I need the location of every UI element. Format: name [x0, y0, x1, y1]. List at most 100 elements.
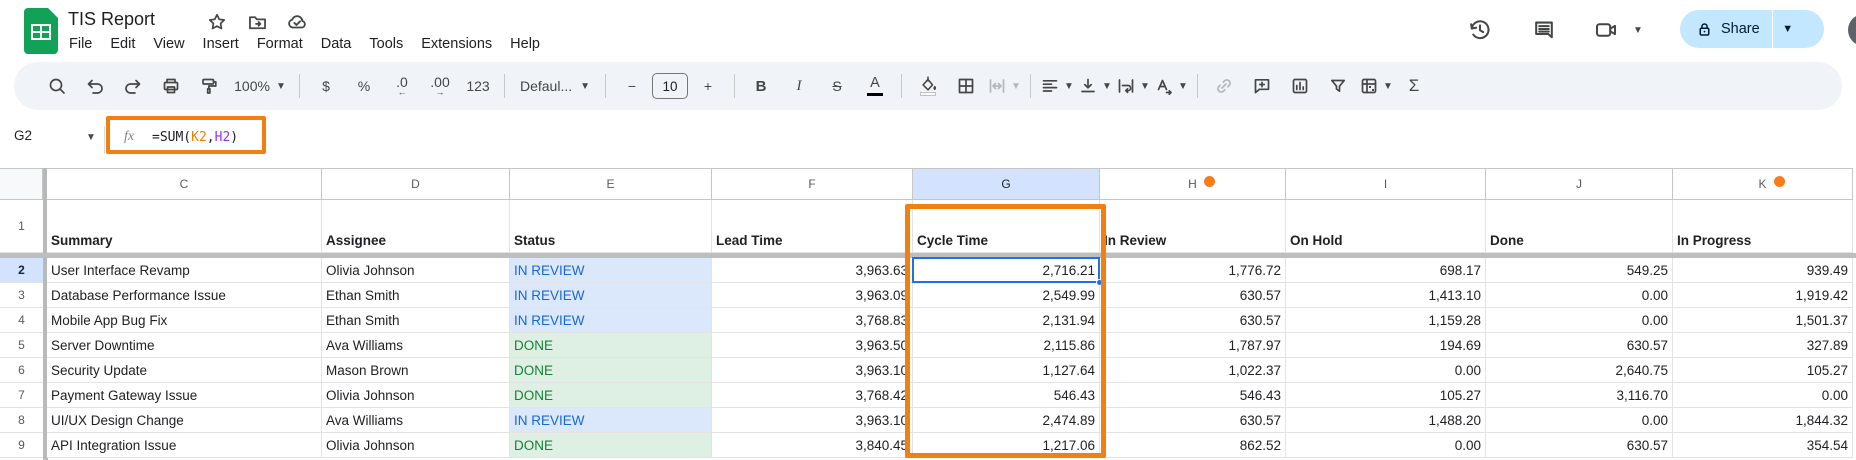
cell-H3[interactable]: 630.57: [1100, 283, 1286, 308]
cell-G3[interactable]: 2,549.99: [913, 283, 1100, 308]
cell-I9[interactable]: 0.00: [1286, 433, 1486, 458]
share-button-main[interactable]: Share: [1680, 10, 1772, 48]
fill-handle[interactable]: [1096, 279, 1103, 286]
cell-K2[interactable]: 939.49: [1673, 258, 1853, 283]
cell-C1[interactable]: Summary: [47, 200, 322, 253]
cell-F8[interactable]: 3,963.10: [712, 408, 913, 433]
cell-I2[interactable]: 698.17: [1286, 258, 1486, 283]
column-header-D[interactable]: D: [322, 168, 510, 200]
search-icon[interactable]: [38, 68, 76, 104]
cell-J7[interactable]: 3,116.70: [1486, 383, 1673, 408]
select-all-corner[interactable]: [0, 168, 43, 200]
video-call-caret-icon[interactable]: ▼: [1628, 16, 1644, 44]
cell-G2[interactable]: 2,716.21: [913, 258, 1100, 283]
cell-E3[interactable]: IN REVIEW: [510, 283, 712, 308]
cell-D8[interactable]: Ava Williams: [322, 408, 510, 433]
borders-button[interactable]: [947, 68, 985, 104]
cell-G7[interactable]: 546.43: [913, 383, 1100, 408]
video-call-icon[interactable]: [1592, 16, 1620, 44]
cell-C8[interactable]: UI/UX Design Change: [47, 408, 322, 433]
print-icon[interactable]: [152, 68, 190, 104]
font-size-value[interactable]: 10: [652, 73, 688, 99]
share-button[interactable]: Share ▼: [1680, 10, 1824, 48]
cell-E4[interactable]: IN REVIEW: [510, 308, 712, 333]
pivot-table-button[interactable]: ▼: [1357, 68, 1395, 104]
decrease-font-size-button[interactable]: −: [613, 68, 651, 104]
cell-I7[interactable]: 105.27: [1286, 383, 1486, 408]
paint-format-icon[interactable]: [190, 68, 228, 104]
cell-E8[interactable]: IN REVIEW: [510, 408, 712, 433]
row-header-3[interactable]: 3: [0, 283, 43, 308]
cell-G5[interactable]: 2,115.86: [913, 333, 1100, 358]
cell-F9[interactable]: 3,840.45: [712, 433, 913, 458]
cell-J2[interactable]: 549.25: [1486, 258, 1673, 283]
row-header-5[interactable]: 5: [0, 333, 43, 358]
cell-G8[interactable]: 2,474.89: [913, 408, 1100, 433]
cell-F1[interactable]: Lead Time: [712, 200, 913, 253]
font-select[interactable]: Defaul... ▼: [512, 68, 598, 104]
cell-I6[interactable]: 0.00: [1286, 358, 1486, 383]
cell-D7[interactable]: Olivia Johnson: [322, 383, 510, 408]
column-header-J[interactable]: J: [1486, 168, 1673, 200]
cell-C7[interactable]: Payment Gateway Issue: [47, 383, 322, 408]
strikethrough-button[interactable]: S: [818, 68, 856, 104]
cell-D6[interactable]: Mason Brown: [322, 358, 510, 383]
name-box[interactable]: G2: [14, 128, 84, 143]
cell-K8[interactable]: 1,844.32: [1673, 408, 1853, 433]
row-header-8[interactable]: 8: [0, 408, 43, 433]
cell-J4[interactable]: 0.00: [1486, 308, 1673, 333]
increase-decimal-button[interactable]: .00→: [421, 68, 459, 104]
cell-J6[interactable]: 2,640.75: [1486, 358, 1673, 383]
cell-G6[interactable]: 1,127.64: [913, 358, 1100, 383]
cell-E2[interactable]: IN REVIEW: [510, 258, 712, 283]
fill-color-button[interactable]: [909, 68, 947, 104]
formula-input[interactable]: =SUM(K2,H2): [152, 130, 238, 145]
redo-icon[interactable]: [114, 68, 152, 104]
cell-K5[interactable]: 327.89: [1673, 333, 1853, 358]
cell-I3[interactable]: 1,413.10: [1286, 283, 1486, 308]
increase-font-size-button[interactable]: +: [689, 68, 727, 104]
cell-H2[interactable]: 1,776.72: [1100, 258, 1286, 283]
cell-F6[interactable]: 3,963.10: [712, 358, 913, 383]
comment-history-icon[interactable]: [1530, 16, 1558, 44]
column-header-K[interactable]: K: [1673, 168, 1853, 200]
cell-H8[interactable]: 630.57: [1100, 408, 1286, 433]
cell-G9[interactable]: 1,217.06: [913, 433, 1100, 458]
cell-F2[interactable]: 3,963.63: [712, 258, 913, 283]
cell-H7[interactable]: 546.43: [1100, 383, 1286, 408]
cell-K6[interactable]: 105.27: [1673, 358, 1853, 383]
row-header-9[interactable]: 9: [0, 433, 43, 458]
avatar[interactable]: [1848, 14, 1856, 46]
format-currency-button[interactable]: $: [307, 68, 345, 104]
undo-icon[interactable]: [76, 68, 114, 104]
cell-I4[interactable]: 1,159.28: [1286, 308, 1486, 333]
cell-H1[interactable]: In Review: [1100, 200, 1286, 253]
cell-D5[interactable]: Ava Williams: [322, 333, 510, 358]
version-history-icon[interactable]: [1466, 16, 1494, 44]
column-header-G[interactable]: G: [913, 168, 1100, 200]
cell-D9[interactable]: Olivia Johnson: [322, 433, 510, 458]
cell-E1[interactable]: Status: [510, 200, 712, 253]
cell-J9[interactable]: 630.57: [1486, 433, 1673, 458]
cell-E6[interactable]: DONE: [510, 358, 712, 383]
insert-comment-icon[interactable]: [1243, 68, 1281, 104]
cell-J1[interactable]: Done: [1486, 200, 1673, 253]
text-color-button[interactable]: A: [856, 68, 894, 104]
merge-cells-button[interactable]: ▼: [985, 68, 1023, 104]
cell-C9[interactable]: API Integration Issue: [47, 433, 322, 458]
column-header-E[interactable]: E: [510, 168, 712, 200]
cell-K7[interactable]: 0.00: [1673, 383, 1853, 408]
filter-icon[interactable]: [1319, 68, 1357, 104]
row-header-6[interactable]: 6: [0, 358, 43, 383]
cell-C4[interactable]: Mobile App Bug Fix: [47, 308, 322, 333]
insert-link-icon[interactable]: [1205, 68, 1243, 104]
cell-K3[interactable]: 1,919.42: [1673, 283, 1853, 308]
cell-E5[interactable]: DONE: [510, 333, 712, 358]
cell-J8[interactable]: 0.00: [1486, 408, 1673, 433]
cell-H9[interactable]: 862.52: [1100, 433, 1286, 458]
row-header-4[interactable]: 4: [0, 308, 43, 333]
more-formats-button[interactable]: 123: [459, 68, 497, 104]
row-header-1[interactable]: 1: [0, 200, 43, 253]
column-header-C[interactable]: C: [47, 168, 322, 200]
decrease-decimal-button[interactable]: .0←: [383, 68, 421, 104]
